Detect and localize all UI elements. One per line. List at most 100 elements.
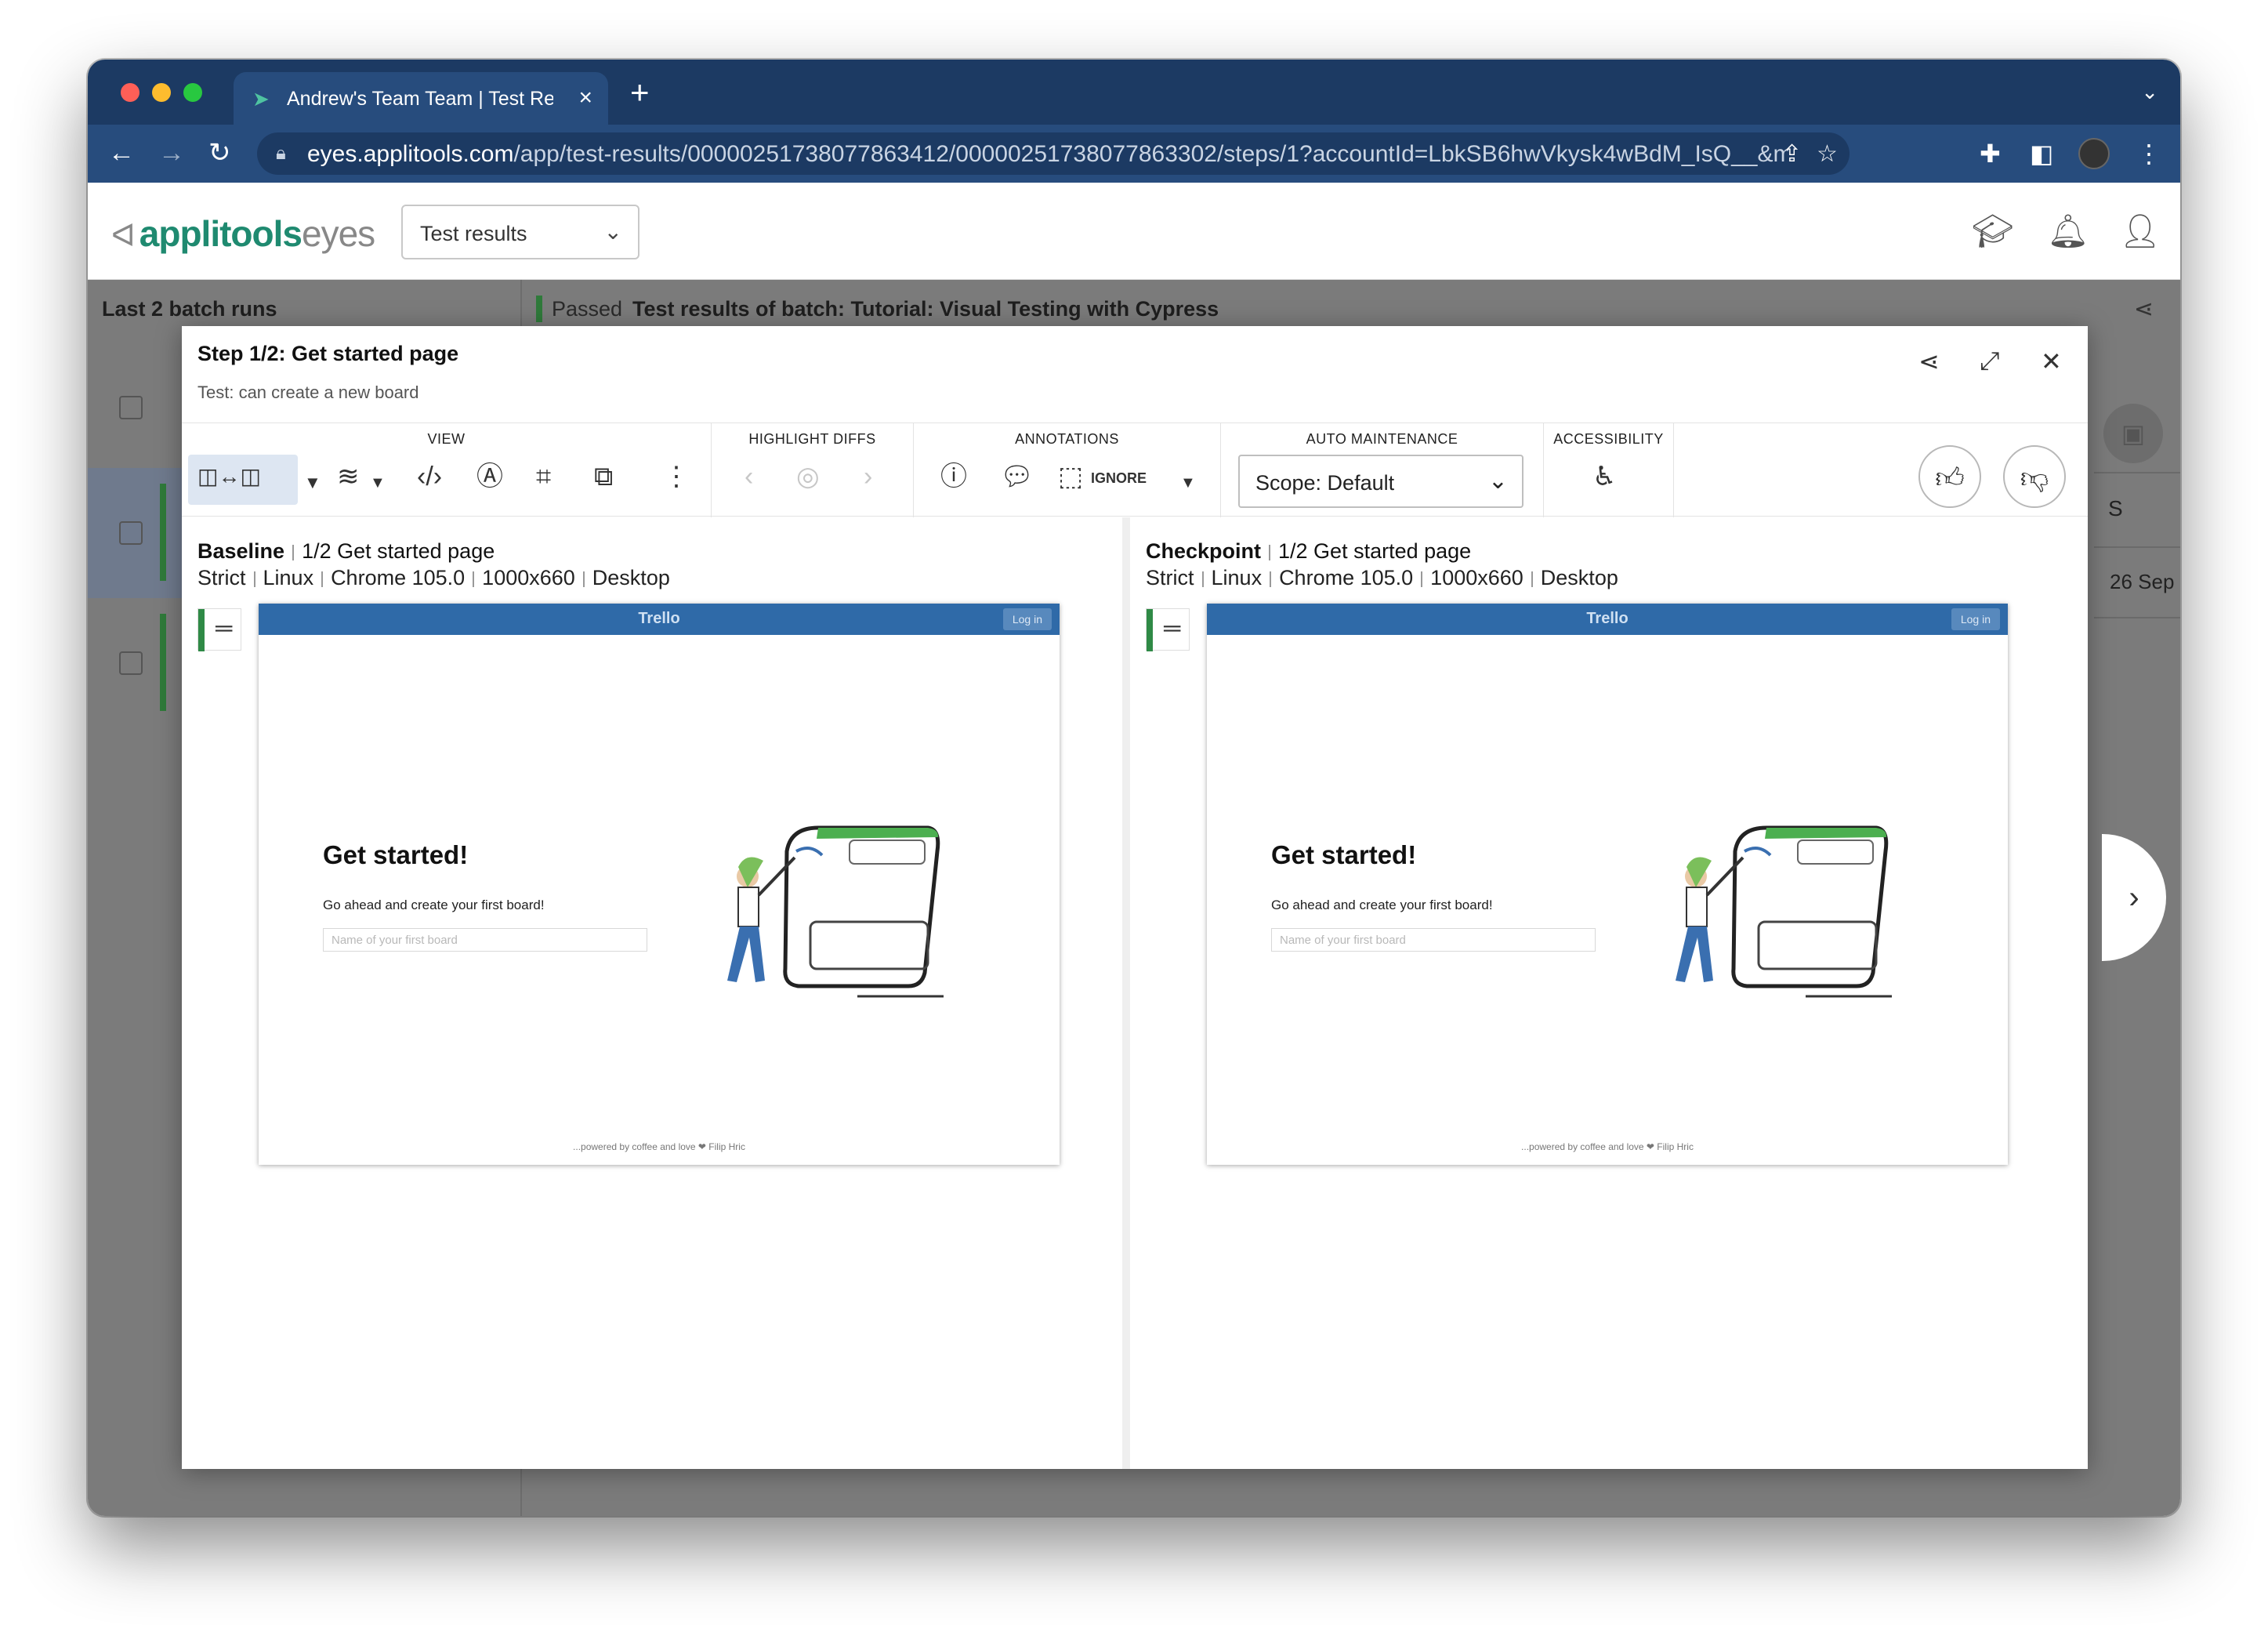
close-icon[interactable]: ✕ bbox=[2041, 346, 2062, 376]
batch-row-checkbox[interactable] bbox=[119, 521, 143, 545]
checkpoint-menu-button[interactable]: ═ bbox=[1146, 608, 1190, 651]
device: Desktop bbox=[1540, 566, 1618, 589]
step-modal: Step 1/2: Get started page Test: can cre… bbox=[182, 326, 2088, 1469]
more-options-icon[interactable]: ⋮ bbox=[663, 461, 690, 492]
chevron-down-icon: ⌄ bbox=[603, 219, 622, 244]
get-started-text: Go ahead and create your first board! bbox=[323, 898, 545, 912]
side-panel-icon[interactable]: ◧ bbox=[2030, 139, 2053, 169]
issue-icon[interactable]: ⓘ bbox=[940, 461, 967, 492]
user-settings-icon[interactable]: 👤︎ bbox=[2119, 212, 2161, 251]
bookmark-star-icon[interactable]: ☆ bbox=[1817, 140, 1838, 168]
checkpoint-env: Strict Linux Chrome 105.0 1000x660 Desktop bbox=[1146, 566, 1618, 590]
row-divider bbox=[2094, 546, 2180, 548]
tab-search-icon[interactable]: ⌄ bbox=[2141, 80, 2158, 104]
trello-brand: Trello bbox=[638, 610, 680, 627]
thumbs-up-button[interactable]: 👍︎ bbox=[1918, 445, 1981, 508]
select-all-checkbox[interactable] bbox=[119, 396, 143, 419]
batch-status: Passed bbox=[552, 297, 623, 321]
forward-arrow-icon[interactable]: → bbox=[158, 137, 185, 169]
view-dropdown-icon[interactable]: ▼ bbox=[304, 467, 321, 499]
next-diff-icon[interactable]: › bbox=[864, 461, 872, 492]
address-bar[interactable]: 🔒︎ eyes.applitools.com/app/test-results/… bbox=[257, 132, 1850, 175]
previous-diff-icon[interactable]: ‹ bbox=[745, 461, 753, 492]
highlight-diffs-label: HIGHLIGHT DIFFS bbox=[748, 431, 876, 447]
thumbs-down-button[interactable]: 👎︎ bbox=[2003, 445, 2066, 508]
share-icon[interactable]: ⋖ bbox=[1918, 346, 1940, 376]
board-name-input: Name of your first board bbox=[1271, 928, 1596, 952]
step-title: Step 1/2: Get started page bbox=[197, 342, 459, 365]
match-level: Strict bbox=[197, 566, 246, 589]
baseline-step: 1/2 Get started page bbox=[302, 539, 495, 563]
profile-avatar[interactable] bbox=[2078, 138, 2110, 169]
os: Linux bbox=[1211, 566, 1263, 589]
login-button: Log in bbox=[1002, 608, 1052, 630]
view-select-value: Test results bbox=[420, 222, 527, 245]
layers-dropdown-icon[interactable]: ▼ bbox=[370, 467, 386, 499]
ignore-region-label[interactable]: IGNORE bbox=[1091, 470, 1147, 487]
back-arrow-icon[interactable]: ← bbox=[108, 137, 135, 169]
ab-compare-icon[interactable]: Ⓐ bbox=[476, 461, 503, 492]
illustration-image bbox=[727, 825, 944, 998]
baseline-menu-button[interactable]: ═ bbox=[197, 608, 241, 651]
scope-value: Scope: Default bbox=[1255, 471, 1395, 495]
applitools-mark-icon: ᐊ bbox=[111, 219, 136, 253]
view-select[interactable]: Test results ⌄ bbox=[401, 205, 639, 259]
logo-suffix-text: eyes bbox=[302, 213, 375, 254]
share-page-icon[interactable]: ⇪ bbox=[1782, 140, 1802, 168]
minimize-window-button[interactable] bbox=[152, 83, 171, 102]
extensions-puzzle-icon[interactable]: ✚ bbox=[1980, 139, 2001, 169]
view-group: VIEW ◫↔◫ ▼ ≋ ▼ ‹/› Ⓐ ⌗ ⧉ ⋮ bbox=[182, 423, 712, 517]
applitools-favicon-icon: ➤ bbox=[252, 87, 270, 111]
close-window-button[interactable] bbox=[121, 83, 139, 102]
get-started-heading: Get started! bbox=[323, 840, 469, 869]
browser: Chrome 105.0 bbox=[331, 566, 466, 589]
accessibility-icon[interactable]: ♿︎ bbox=[1592, 461, 1616, 492]
new-tab-button[interactable]: + bbox=[630, 76, 650, 109]
checkpoint-screenshot[interactable]: Trello Log in Get started! Go ahead and … bbox=[1207, 604, 2008, 1165]
region-type-dropdown-icon[interactable]: ▼ bbox=[1180, 467, 1196, 499]
board-name-input: Name of your first board bbox=[323, 928, 647, 952]
graduation-cap-icon[interactable]: 🎓︎ bbox=[1972, 212, 2013, 251]
highlight-diffs-icon[interactable]: ◎ bbox=[796, 461, 820, 492]
url-host: eyes.applitools.com bbox=[307, 141, 514, 167]
browser-tab[interactable]: ➤ Andrew's Team Team | Test Re × bbox=[234, 72, 608, 125]
region-icon[interactable]: ⧉ bbox=[594, 461, 613, 492]
baseline-env: Strict Linux Chrome 105.0 1000x660 Desktop bbox=[197, 566, 670, 590]
chrome-menu-icon[interactable]: ⋮ bbox=[2136, 139, 2161, 169]
os: Linux bbox=[263, 566, 314, 589]
row-divider bbox=[2094, 617, 2180, 618]
share-icon[interactable]: ⋖ bbox=[2134, 296, 2154, 323]
crop-icon[interactable]: ⌗ bbox=[536, 461, 551, 492]
layers-icon[interactable]: ≋ bbox=[337, 461, 360, 492]
device: Desktop bbox=[592, 566, 670, 589]
annotations-group: ANNOTATIONS ⓘ 💬︎ ⬚ IGNORE ▼ bbox=[914, 423, 1221, 517]
viewport: 1000x660 bbox=[1430, 566, 1523, 589]
maximize-window-button[interactable] bbox=[183, 83, 202, 102]
screenshot-footer: ...powered by coffee and love ❤ Filip Hr… bbox=[573, 1141, 745, 1152]
region-select-icon[interactable]: ⬚ bbox=[1058, 461, 1083, 492]
scope-select[interactable]: Scope: Default ⌄ bbox=[1238, 455, 1523, 508]
side-by-side-icon: ◫↔◫ bbox=[197, 464, 261, 488]
reload-icon[interactable]: ↻ bbox=[208, 137, 231, 169]
screenshot-footer: ...powered by coffee and love ❤ Filip Hr… bbox=[1521, 1141, 1694, 1152]
code-icon[interactable]: ‹/› bbox=[417, 461, 442, 492]
batch-title: Test results of batch: Tutorial: Visual … bbox=[632, 297, 1219, 321]
batch-row-checkbox[interactable] bbox=[119, 651, 143, 675]
tab-close-icon[interactable]: × bbox=[578, 85, 592, 111]
expand-icon[interactable]: ⤢ bbox=[1980, 346, 2000, 376]
applitools-logo[interactable]: ᐊ applitoolseyes bbox=[111, 212, 375, 255]
auto-maintenance-group: AUTO MAINTENANCE Scope: Default ⌄ bbox=[1221, 423, 1544, 517]
baseline-screenshot[interactable]: Trello Log in Get started! Go ahead and … bbox=[259, 604, 1060, 1165]
save-icon[interactable]: ▣ bbox=[2103, 404, 2163, 463]
trello-header: Trello Log in bbox=[1207, 604, 2008, 635]
bell-icon[interactable]: 🔔︎ bbox=[2047, 212, 2089, 251]
panel-splitter[interactable] bbox=[1122, 517, 1130, 1469]
browser: Chrome 105.0 bbox=[1279, 566, 1414, 589]
comment-icon[interactable]: 💬︎ bbox=[1000, 461, 1034, 492]
trello-header: Trello Log in bbox=[259, 604, 1060, 635]
desktop: ➤ Andrew's Team Team | Test Re × + ⌄ ← →… bbox=[0, 0, 2268, 1632]
browser-window: ➤ Andrew's Team Team | Test Re × + ⌄ ← →… bbox=[88, 60, 2180, 1516]
title-bar: ➤ Andrew's Team Team | Test Re × + ⌄ bbox=[88, 60, 2180, 125]
hamburger-icon: ═ bbox=[1164, 615, 1181, 641]
get-started-heading: Get started! bbox=[1271, 840, 1417, 869]
